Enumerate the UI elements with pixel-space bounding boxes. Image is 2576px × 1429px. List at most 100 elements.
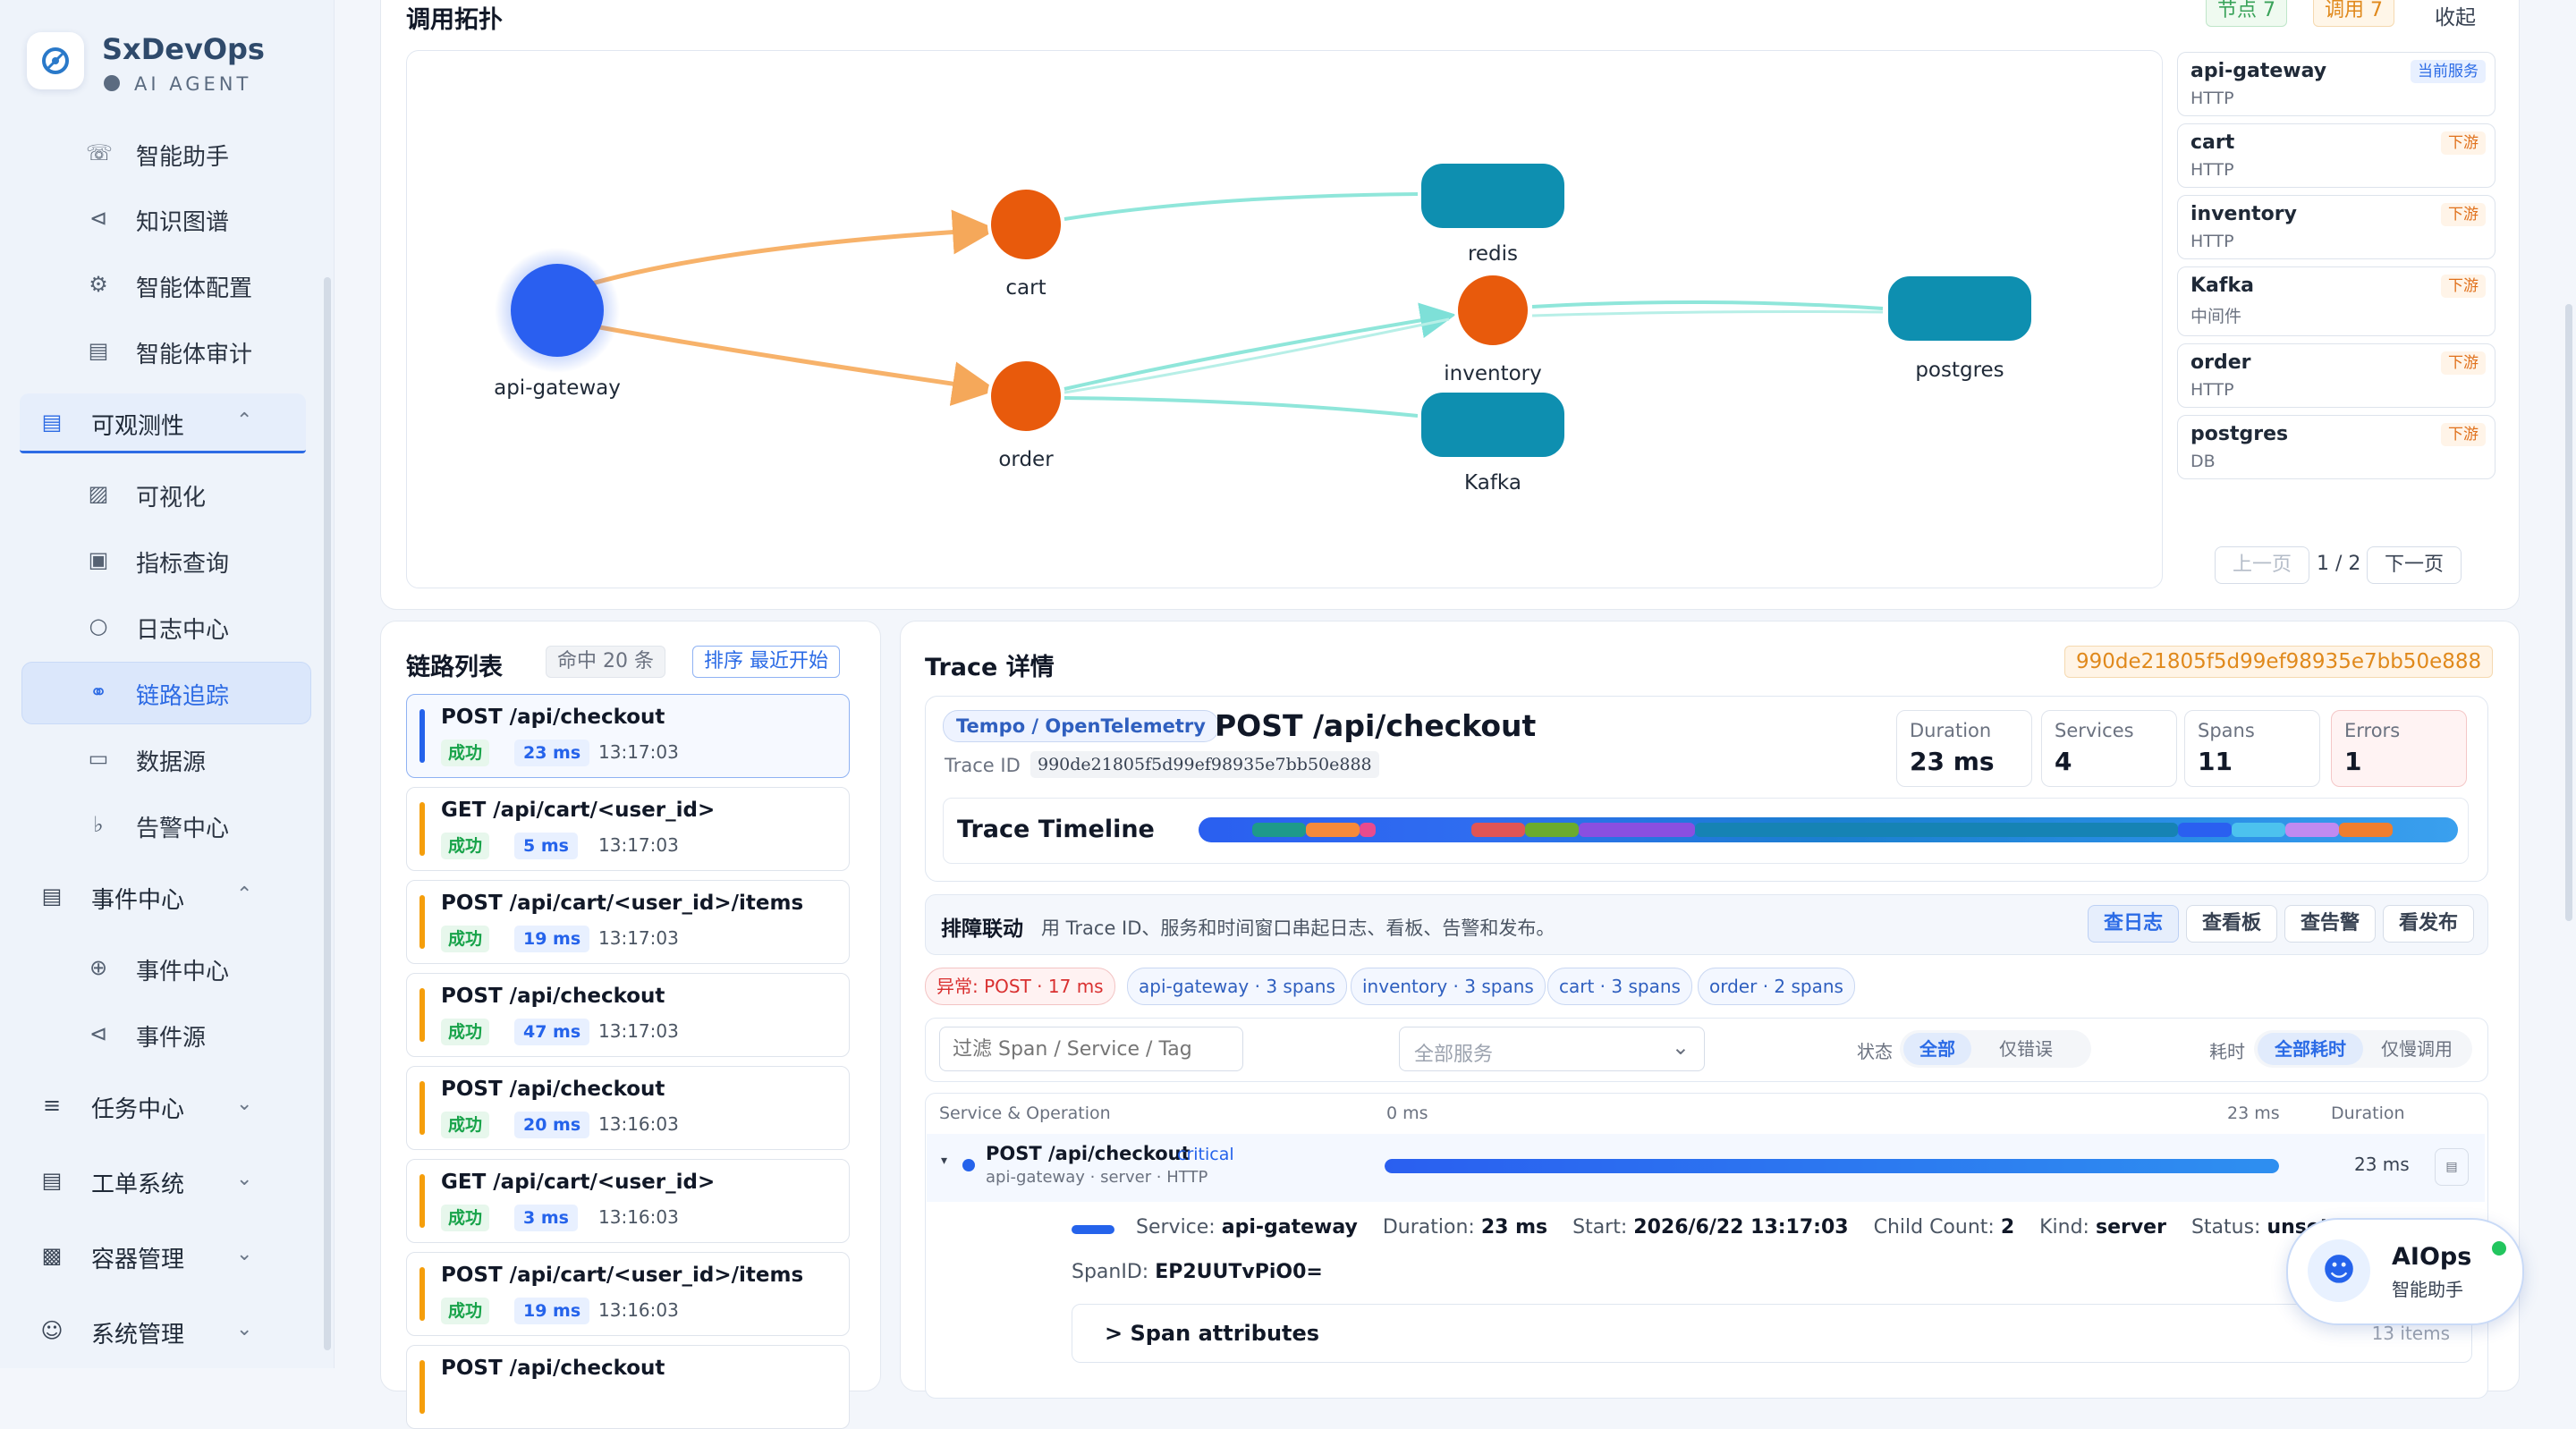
- column-header: 23 ms: [2227, 1103, 2280, 1123]
- trace-title: POST /api/cart/<user_id>/items: [441, 892, 804, 915]
- trace-list-item[interactable]: GET /api/cart/<user_id> 成功 5 ms 13:17:03: [406, 787, 850, 871]
- node-label: cart: [1005, 276, 1046, 300]
- trace-list-item[interactable]: POST /api/cart/<user_id>/items 成功 19 ms …: [406, 1252, 850, 1336]
- sidebar-item-event-source[interactable]: ⊲ 事件源: [0, 1007, 334, 1061]
- cost-all-toggle[interactable]: 全部耗时: [2258, 1033, 2363, 1065]
- page-indicator: 1 / 2: [2317, 553, 2361, 575]
- node-api-gateway[interactable]: [511, 264, 604, 357]
- span-filter-input[interactable]: [939, 1027, 1243, 1071]
- node-count-chip: 节点 7: [2206, 0, 2287, 27]
- error-pill[interactable]: 异常: POST · 17 ms: [925, 968, 1115, 1005]
- sidebar-group-observability[interactable]: ▤ 可观测性 ⌃: [0, 393, 334, 451]
- sort-chip[interactable]: 排序 最近开始: [692, 646, 840, 678]
- service-card[interactable]: Kafka 中间件 下游: [2177, 266, 2496, 336]
- operation-title: POST /api/checkout: [1215, 708, 1537, 743]
- span-operation: POST /api/checkout: [986, 1143, 1191, 1164]
- span-attributes-toggle[interactable]: > Span attributes 13 items: [1072, 1304, 2472, 1363]
- sidebar-item-event-center[interactable]: ⊕ 事件中心: [0, 941, 334, 994]
- trace-list-title: 链路列表: [406, 654, 503, 681]
- next-page-button[interactable]: 下一页: [2367, 546, 2462, 584]
- cost-slow-toggle[interactable]: 仅慢调用: [2365, 1033, 2469, 1065]
- sidebar-item-datasource[interactable]: ▭ 数据源: [0, 731, 334, 785]
- sidebar-item-metrics[interactable]: ▣ 指标查询: [0, 533, 334, 587]
- duration-badge: 19 ms: [514, 1298, 590, 1324]
- trace-list-item[interactable]: POST /api/checkout: [406, 1345, 850, 1429]
- view-releases-button[interactable]: 看发布: [2383, 905, 2474, 943]
- view-logs-button[interactable]: 查日志: [2088, 905, 2179, 943]
- service-name: api-gateway: [2190, 60, 2327, 82]
- trace-timeline-bar[interactable]: [1199, 817, 2458, 842]
- detail-key: SpanID:: [1072, 1261, 1149, 1283]
- sidebar-item-label: 指标查询: [136, 551, 230, 578]
- service-type: 中间件: [2190, 307, 2242, 326]
- trace-id-chip[interactable]: 990de21805f5d99ef98935e7bb50e888: [2064, 646, 2494, 678]
- chart-icon: ▨: [88, 481, 109, 506]
- sidebar-item-tracing[interactable]: ⚭ 链路追踪: [0, 665, 334, 719]
- sidebar-item-visualization[interactable]: ▨ 可视化: [0, 467, 334, 520]
- service-name: Kafka: [2190, 275, 2254, 297]
- node-label: inventory: [1444, 362, 1541, 385]
- trace-list-item[interactable]: POST /api/cart/<user_id>/items 成功 19 ms …: [406, 880, 850, 964]
- expand-caret-icon[interactable]: ▾: [941, 1154, 947, 1168]
- sidebar-group-label: 工单系统: [91, 1171, 185, 1198]
- node-cart[interactable]: [987, 186, 1064, 263]
- status-bar: [419, 709, 425, 763]
- node-order[interactable]: [987, 358, 1064, 435]
- service-pill[interactable]: api-gateway · 3 spans: [1127, 968, 1347, 1005]
- node-label: redis: [1468, 242, 1518, 266]
- trace-id-value[interactable]: 990de21805f5d99ef98935e7bb50e888: [1030, 751, 1379, 778]
- main-scrollbar[interactable]: [2565, 304, 2572, 921]
- service-card[interactable]: postgres DB 下游: [2177, 415, 2496, 479]
- node-inventory[interactable]: [1454, 272, 1531, 349]
- prev-page-button[interactable]: 上一页: [2215, 546, 2309, 584]
- sidebar-group-events[interactable]: ▤ 事件中心 ⌃: [0, 867, 334, 925]
- sidebar-item-logs[interactable]: ○ 日志中心: [0, 599, 334, 653]
- sidebar-group-system[interactable]: ☺ 系统管理 ⌄: [0, 1302, 334, 1359]
- status-bar: [419, 1267, 425, 1321]
- status-bar: [419, 1174, 425, 1228]
- sidebar-item-agent-audit[interactable]: ▤ 智能体审计: [0, 324, 334, 377]
- chevron-down-icon: ⌄: [1671, 1035, 1690, 1060]
- trace-list-item[interactable]: POST /api/checkout 成功 47 ms 13:17:03: [406, 973, 850, 1057]
- sidebar-group-containers[interactable]: ▩ 容器管理 ⌄: [0, 1227, 334, 1284]
- sidebar-item-knowledge-graph[interactable]: ⊲ 知识图谱: [0, 191, 334, 245]
- trace-time: 13:16:03: [598, 1113, 679, 1135]
- node-postgres[interactable]: [1885, 273, 2035, 344]
- sidebar-item-alerts[interactable]: ♭ 告警中心: [0, 798, 334, 851]
- service-select[interactable]: 全部服务 ⌄: [1399, 1027, 1705, 1071]
- sidebar-item-agent-config[interactable]: ⚙ 智能体配置: [0, 258, 334, 311]
- chevron-down-icon: ⌄: [236, 1318, 253, 1340]
- sidebar-scrollbar[interactable]: [324, 277, 331, 1350]
- status-error-toggle[interactable]: 仅错误: [1979, 1033, 2073, 1065]
- trace-list-item[interactable]: POST /api/checkout 成功 23 ms 13:17:03: [406, 694, 850, 778]
- sidebar-group-tasks[interactable]: ≡ 任务中心 ⌄: [0, 1077, 334, 1134]
- service-pill[interactable]: inventory · 3 spans: [1351, 968, 1546, 1005]
- log-icon[interactable]: ▤: [2435, 1148, 2469, 1186]
- aiops-assistant-button[interactable]: ☻ AIOps 智能助手: [2286, 1218, 2524, 1325]
- trace-list-item[interactable]: POST /api/checkout 成功 20 ms 13:16:03: [406, 1066, 850, 1150]
- topology-canvas[interactable]: api-gateway cart order redis inventory K…: [406, 50, 2163, 588]
- view-alerts-button[interactable]: 查告警: [2284, 905, 2376, 943]
- collapse-button[interactable]: 收起: [2435, 0, 2476, 30]
- service-card[interactable]: api-gateway HTTP 当前服务: [2177, 52, 2496, 116]
- bell-icon: ♭: [93, 812, 104, 837]
- node-redis[interactable]: [1418, 160, 1568, 232]
- user-icon: ☺: [40, 1318, 64, 1343]
- screen-icon: ▭: [88, 746, 109, 771]
- linkage-description: 用 Trace ID、服务和时间窗口串起日志、看板、告警和发布。: [1041, 917, 1555, 939]
- online-status-icon: [2490, 1239, 2508, 1257]
- service-card[interactable]: order HTTP 下游: [2177, 343, 2496, 408]
- service-pill[interactable]: cart · 3 spans: [1547, 968, 1692, 1005]
- service-card[interactable]: cart HTTP 下游: [2177, 123, 2496, 188]
- status-all-toggle[interactable]: 全部: [1903, 1033, 1971, 1065]
- span-color-icon: [1072, 1225, 1114, 1234]
- trace-list-item[interactable]: GET /api/cart/<user_id> 成功 3 ms 13:16:03: [406, 1159, 850, 1243]
- sidebar-item-assistant[interactable]: ☏ 智能助手: [0, 126, 334, 180]
- trace-timeline-label: Trace Timeline: [957, 816, 1155, 843]
- view-dashboard-button[interactable]: 查看板: [2186, 905, 2277, 943]
- sidebar-group-tickets[interactable]: ▤ 工单系统 ⌄: [0, 1152, 334, 1209]
- service-card[interactable]: inventory HTTP 下游: [2177, 195, 2496, 259]
- node-kafka[interactable]: [1418, 389, 1568, 461]
- service-pill[interactable]: order · 2 spans: [1698, 968, 1855, 1005]
- node-label: Kafka: [1464, 471, 1521, 495]
